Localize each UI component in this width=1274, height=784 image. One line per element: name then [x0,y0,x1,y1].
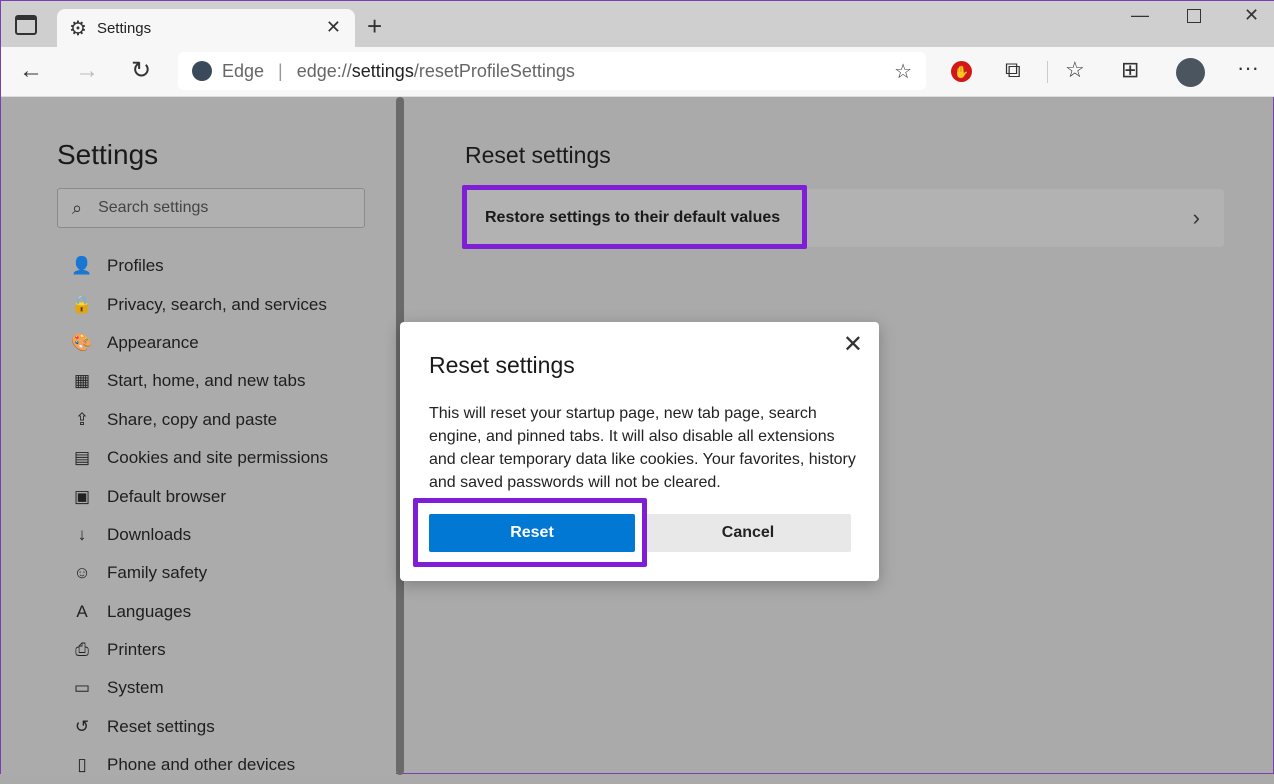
tab-title: Settings [97,20,151,37]
favorites-icon[interactable]: ☆ [1065,57,1085,83]
tab-settings[interactable]: ⚙ Settings ✕ [57,9,355,47]
sidebar-item-phone-and-other-devices[interactable]: ▯ Phone and other devices [71,746,328,784]
cancel-button[interactable]: Cancel [645,514,851,552]
more-icon[interactable]: ··· [1237,55,1259,81]
add-favorite-icon[interactable]: ☆ [894,59,912,84]
sidebar-item-label: Share, copy and paste [107,410,277,430]
sidebar-item-cookies-and-site-permissions[interactable]: ▤ Cookies and site permissions [71,439,328,477]
sidebar-item-printers[interactable]: ⎙ Printers [71,631,328,669]
sidebar-item-label: Profiles [107,256,164,276]
address-prefix: Edge [222,61,264,82]
sidebar-item-appearance[interactable]: 🎨 Appearance [71,324,328,362]
sidebar-item-icon: ▦ [71,371,93,391]
sidebar-item-icon: ⇪ [71,410,93,430]
sidebar-item-label: Phone and other devices [107,755,295,775]
sidebar-item-icon: 🔒 [71,295,93,315]
close-tab-icon[interactable]: ✕ [326,17,341,38]
address-divider: | [278,61,283,82]
sidebar-item-icon: ▭ [71,678,93,698]
sidebar-item-label: Appearance [107,333,199,353]
sidebar-item-icon: ☺ [71,563,93,583]
sidebar: Settings ⌕ Search settings 👤 Profiles 🔒 Pri… [1,97,396,775]
sidebar-item-languages[interactable]: A Languages [71,593,328,631]
sidebar-item-label: Languages [107,602,191,622]
sidebar-item-share-copy-and-paste[interactable]: ⇪ Share, copy and paste [71,401,328,439]
sidebar-nav: 👤 Profiles 🔒 Privacy, search, and services 🎨… [71,247,328,784]
highlight-box [462,185,807,249]
address-bar[interactable]: Edge | edge://settings/resetProfileSetti… [178,52,926,90]
toolbar-divider [1047,61,1048,83]
sidebar-item-reset-settings[interactable]: ↺ Reset settings [71,708,328,746]
dialog-body: This will reset your startup page, new t… [429,402,859,494]
close-icon[interactable]: ✕ [843,330,863,359]
edge-logo-icon [192,61,212,81]
url-bold: settings [352,61,414,82]
refresh-icon[interactable]: ↻ [131,56,151,85]
minimize-icon[interactable]: — [1131,5,1149,26]
adblock-extension-icon[interactable]: ✋ [951,61,972,82]
sidebar-item-system[interactable]: ▭ System [71,669,328,707]
highlight-box [413,498,647,567]
sidebar-item-downloads[interactable]: ↓ Downloads [71,516,328,554]
sidebar-item-icon: ▯ [71,755,93,775]
sidebar-item-label: Privacy, search, and services [107,295,327,315]
forward-icon[interactable]: → [75,57,99,85]
tab-bar: ⚙ Settings ✕ + — ✕ [1,1,1274,47]
avatar[interactable] [1176,58,1205,87]
dialog-title: Reset settings [429,352,575,379]
sidebar-item-label: Cookies and site permissions [107,448,328,468]
sidebar-item-label: Start, home, and new tabs [107,371,305,391]
sidebar-item-label: Reset settings [107,717,215,737]
tab-actions-icon[interactable] [15,15,37,35]
search-icon: ⌕ [72,198,82,219]
section-title: Reset settings [465,142,611,169]
sidebar-item-label: Family safety [107,563,207,583]
sidebar-item-privacy-search-and-services[interactable]: 🔒 Privacy, search, and services [71,285,328,323]
back-icon[interactable]: ← [19,57,43,85]
sidebar-item-icon: 🎨 [71,333,93,353]
collections-icon[interactable]: ⊞ [1121,57,1139,83]
sidebar-item-icon: ⎙ [71,640,93,660]
sidebar-item-icon: A [71,602,93,622]
gear-icon: ⚙ [69,16,87,41]
url-pre: edge:// [297,61,352,82]
sidebar-item-icon: ▤ [71,448,93,468]
toolbar: ← → ↻ Edge | edge://settings/resetProfil… [1,47,1274,97]
sidebar-item-family-safety[interactable]: ☺ Family safety [71,554,328,592]
extensions-icon[interactable]: ⧉ [1005,57,1021,83]
sidebar-item-icon: ▣ [71,487,93,507]
sidebar-item-label: System [107,678,164,698]
new-tab-icon[interactable]: + [367,11,382,42]
sidebar-item-icon: 👤 [71,256,93,276]
close-window-icon[interactable]: ✕ [1244,5,1259,26]
sidebar-item-default-browser[interactable]: ▣ Default browser [71,477,328,515]
sidebar-title: Settings [57,139,158,171]
sidebar-item-icon: ↺ [71,717,93,737]
search-input[interactable]: ⌕ Search settings [57,188,365,228]
sidebar-item-icon: ↓ [71,525,93,545]
sidebar-item-profiles[interactable]: 👤 Profiles [71,247,328,285]
sidebar-item-label: Printers [107,640,166,660]
sidebar-item-start-home-and-new-tabs[interactable]: ▦ Start, home, and new tabs [71,362,328,400]
sidebar-item-label: Downloads [107,525,191,545]
url-post: /resetProfileSettings [414,61,575,82]
search-placeholder: Search settings [98,199,208,217]
sidebar-item-label: Default browser [107,487,226,507]
chevron-right-icon: › [1193,205,1200,231]
maximize-icon[interactable] [1187,9,1201,23]
